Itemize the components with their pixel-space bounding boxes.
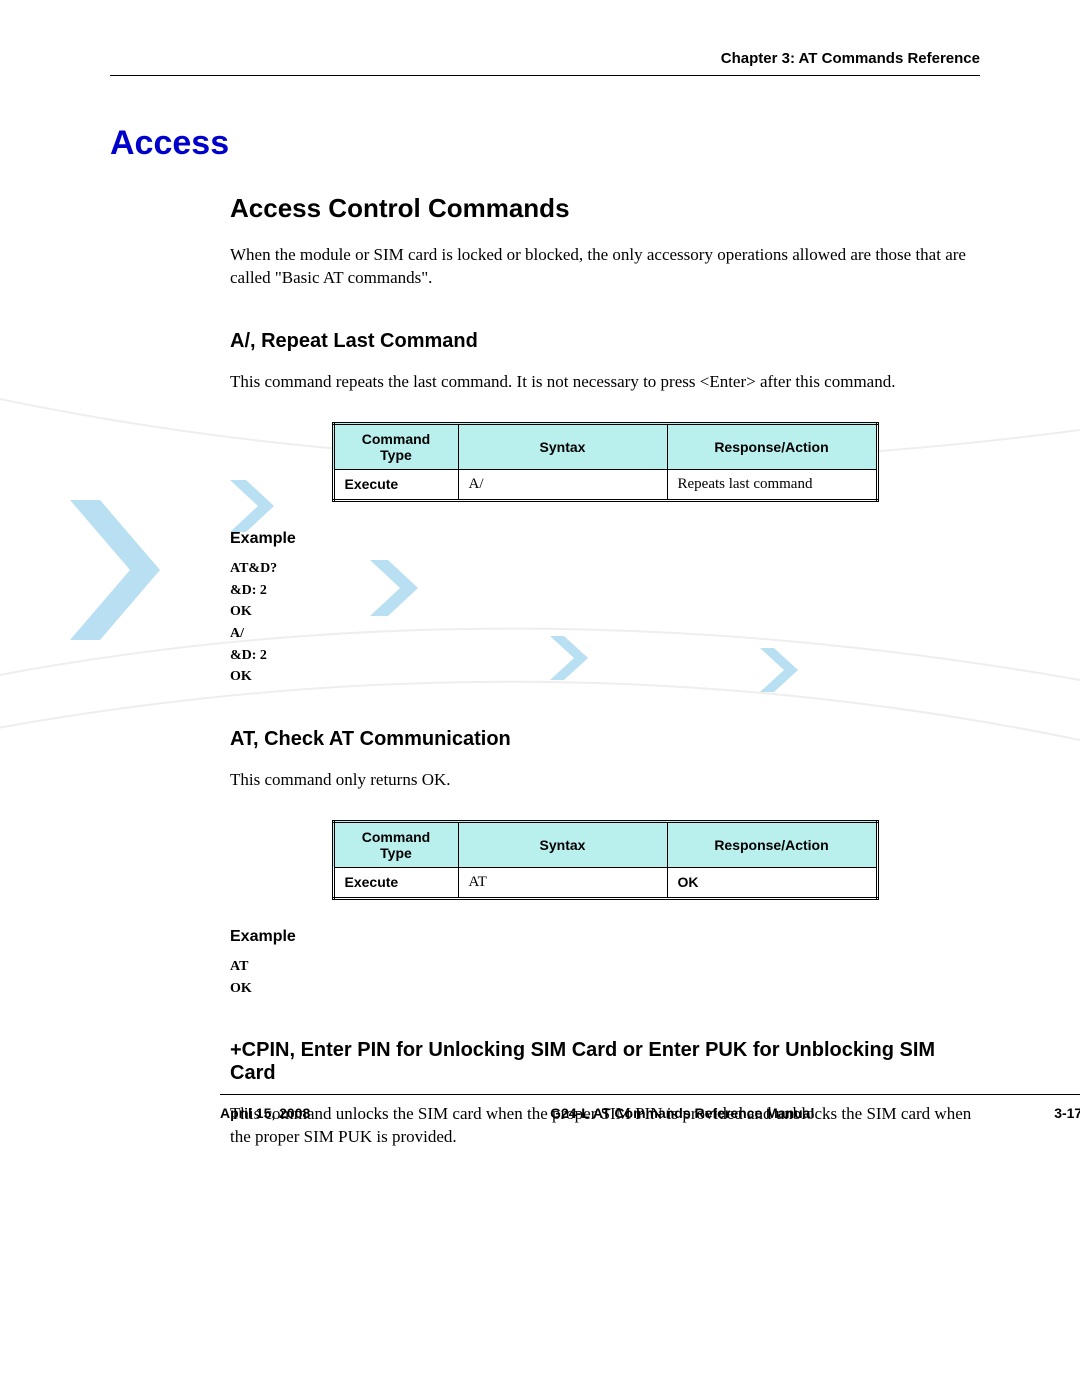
heading-repeat-last-command: A/, Repeat Last Command (230, 330, 980, 353)
table-row: Execute A/ Repeats last command (333, 469, 877, 500)
th-response: Response/Action (667, 821, 877, 867)
chapter-label: Chapter 3: AT Commands Reference (721, 50, 980, 67)
td-type: Execute (333, 867, 458, 898)
td-syntax: A/ (458, 469, 667, 500)
footer-page-number: 3-177 (1054, 1105, 1080, 1121)
footer-manual: G24-L AT Commands Reference Manual (550, 1105, 814, 1121)
content-block: Access Control Commands When the module … (230, 193, 980, 1149)
table-repeat-last-command: Command Type Syntax Response/Action Exec… (332, 422, 879, 502)
td-response: OK (667, 867, 877, 898)
th-command-type: Command Type (333, 821, 458, 867)
th-command-type: Command Type (333, 423, 458, 469)
table-header-row: Command Type Syntax Response/Action (333, 821, 877, 867)
example-label-2: Example (230, 928, 980, 946)
th-response: Response/Action (667, 423, 877, 469)
body-repeat-last-command: This command repeats the last command. I… (230, 371, 980, 394)
table-row: Execute AT OK (333, 867, 877, 898)
example-label-1: Example (230, 530, 980, 548)
page: Chapter 3: AT Commands Reference Access … (0, 0, 1080, 1397)
th-syntax: Syntax (458, 821, 667, 867)
intro-paragraph: When the module or SIM card is locked or… (230, 244, 980, 290)
td-syntax: AT (458, 867, 667, 898)
heading-access-control-commands: Access Control Commands (230, 193, 980, 224)
table-header-row: Command Type Syntax Response/Action (333, 423, 877, 469)
td-response: Repeats last command (667, 469, 877, 500)
page-header: Chapter 3: AT Commands Reference (110, 50, 980, 76)
heading-check-at-communication: AT, Check AT Communication (230, 728, 980, 751)
example-block-1: AT&D? &D: 2 OK A/ &D: 2 OK (230, 558, 980, 688)
td-type: Execute (333, 469, 458, 500)
body-check-at-communication: This command only returns OK. (230, 769, 980, 792)
example-block-2: AT OK (230, 956, 980, 999)
th-syntax: Syntax (458, 423, 667, 469)
table-check-at-communication: Command Type Syntax Response/Action Exec… (332, 820, 879, 900)
section-title-access: Access (110, 124, 980, 163)
heading-cpin: +CPIN, Enter PIN for Unlocking SIM Card … (230, 1039, 980, 1085)
page-footer: April 15, 2008 G24-L AT Commands Referen… (220, 1094, 1080, 1121)
footer-date: April 15, 2008 (220, 1105, 310, 1121)
